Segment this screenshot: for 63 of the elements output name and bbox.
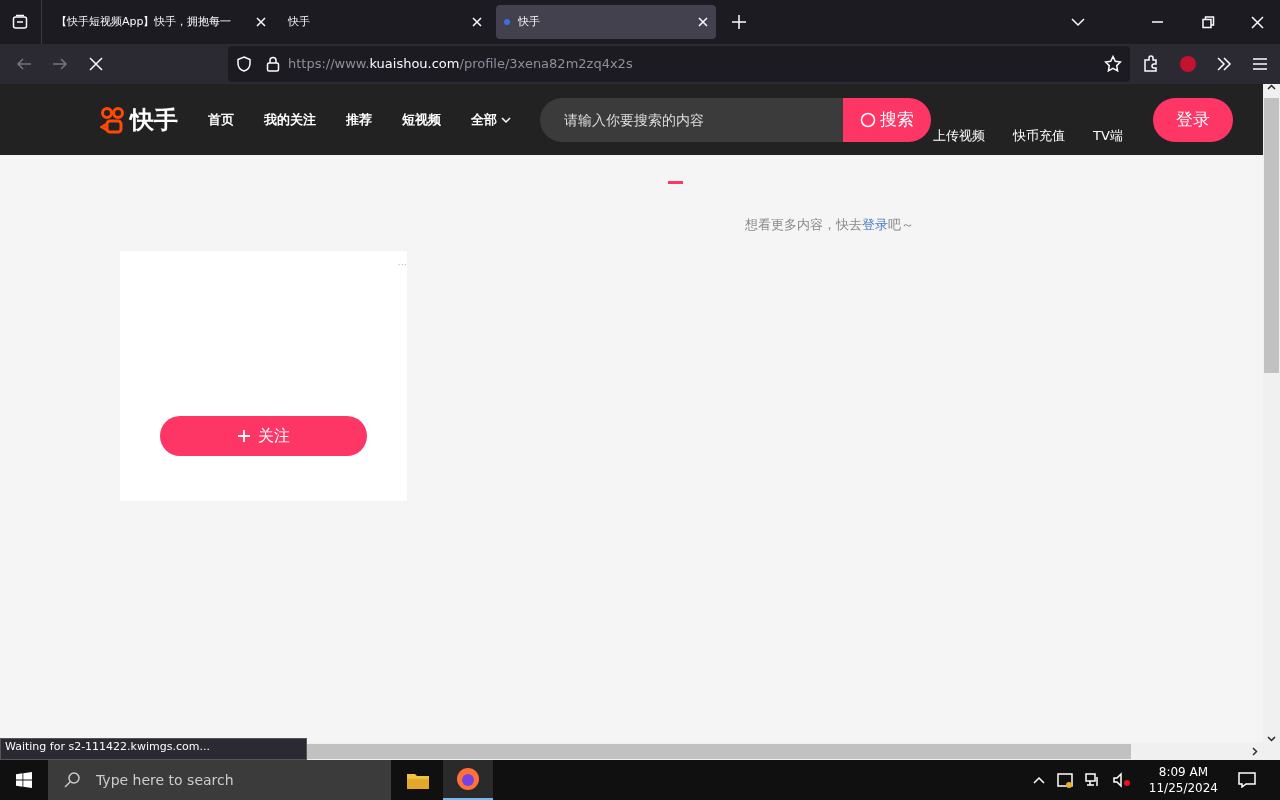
restore-icon[interactable] (1202, 15, 1215, 29)
browser-tab[interactable]: 快手 (496, 5, 716, 39)
tab-indicator (668, 181, 683, 184)
notification-icon[interactable] (1238, 772, 1256, 788)
shield-icon[interactable] (236, 56, 252, 72)
nav-link[interactable]: 我的关注 (264, 109, 316, 130)
search-button[interactable]: 搜索 (843, 97, 931, 142)
url-text: https://www.kuaishou.com/profile/3xena82m2zq4x2s (288, 55, 634, 74)
browser-tab[interactable]: 【快手短视频App】快手，拥抱每一 (48, 5, 274, 39)
login-link[interactable]: 登录 (862, 217, 888, 232)
lock-icon[interactable] (266, 56, 280, 72)
logo-icon[interactable] (100, 105, 126, 134)
close-icon[interactable] (472, 17, 482, 27)
puzzle-icon[interactable] (1142, 55, 1160, 73)
volume-muted-icon[interactable] (1112, 772, 1131, 788)
caret-icon (501, 115, 511, 124)
nav-link[interactable]: 推荐 (346, 109, 372, 130)
clock[interactable]: 8:09 AM 11/25/2024 (1148, 764, 1218, 796)
network-icon[interactable] (1084, 772, 1101, 788)
overflow-chevrons-icon[interactable] (1216, 56, 1232, 72)
hint-text: 想看更多内容，快去登录吧～ (745, 216, 915, 234)
vertical-scrollbar[interactable] (1263, 84, 1280, 742)
search-icon (860, 111, 876, 128)
nav-link[interactable]: 全部 (471, 109, 511, 130)
forward-icon[interactable] (52, 56, 68, 72)
menu-icon[interactable] (1252, 56, 1268, 72)
nav-link[interactable]: 短视频 (402, 109, 441, 130)
address-bar[interactable]: https://www.kuaishou.com/profile/3xena82m2zq4x2s (228, 46, 1130, 82)
taskbar-search-field[interactable]: Type here to search (48, 760, 391, 800)
scrollbar-thumb[interactable] (1264, 98, 1279, 373)
plus-icon (237, 429, 250, 442)
nav-link[interactable]: 首页 (208, 109, 234, 130)
search-field[interactable]: 请输入你要搜索的内容 (540, 97, 843, 142)
tab-menu-icon[interactable] (1071, 15, 1085, 29)
close-icon[interactable] (1251, 15, 1264, 29)
close-icon[interactable] (256, 17, 266, 27)
scroll-down-icon[interactable] (1267, 736, 1276, 742)
login-button[interactable]: 登录 (1152, 97, 1233, 142)
status-text: Waiting for s2-111422.kwimgs.com... (0, 738, 307, 760)
header-link[interactable]: 快币充值 (1013, 125, 1065, 145)
chevron-up-icon[interactable] (1032, 776, 1045, 784)
browser-tab[interactable]: 快手 (280, 5, 490, 39)
tab-title: 快手 (518, 13, 541, 30)
tab-title: 快手 (288, 13, 311, 30)
bookmark-star-icon[interactable] (1104, 55, 1122, 73)
header-link[interactable]: 上传视频 (933, 125, 985, 145)
scroll-up-icon[interactable] (1267, 84, 1276, 90)
scroll-right-icon[interactable] (1252, 746, 1258, 756)
close-icon[interactable] (698, 17, 708, 27)
stop-icon[interactable] (88, 56, 104, 72)
windows-logo-icon[interactable] (16, 772, 32, 788)
scrollbar-thumb[interactable] (307, 743, 1131, 759)
security-icon[interactable] (1056, 772, 1073, 788)
firefox-icon[interactable] (443, 760, 493, 800)
tab-title: 【快手短视频App】快手，拥抱每一 (56, 13, 233, 30)
header-link[interactable]: TV端 (1093, 125, 1123, 145)
logo-text[interactable]: 快手 (130, 101, 178, 138)
search-icon (64, 772, 80, 788)
new-tab-icon[interactable] (732, 15, 746, 29)
folder-icon (407, 771, 429, 789)
tab-list-icon[interactable] (12, 14, 28, 30)
follow-button[interactable]: 关注 (160, 415, 367, 456)
back-icon[interactable] (16, 56, 32, 72)
